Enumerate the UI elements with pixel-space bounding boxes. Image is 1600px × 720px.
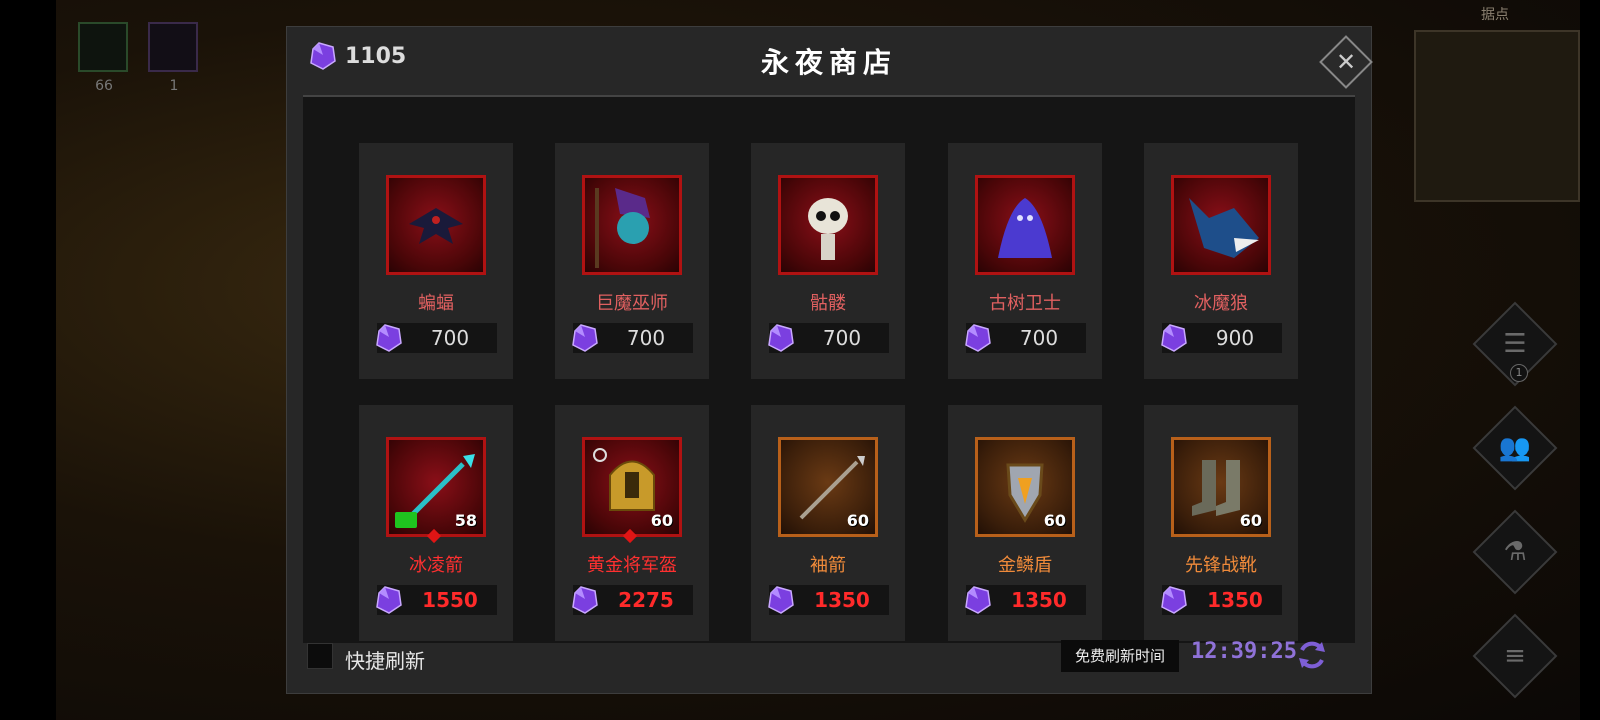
menu-list-icon: ≡ [1504,641,1526,671]
item-price: 900 [1215,326,1255,350]
purple-gem-icon [572,586,598,614]
left-letterbox [0,0,56,720]
hud-item-slot-feather[interactable] [78,22,128,72]
shop-item-card[interactable]: 58 冰凌箭 1550 [359,405,513,641]
item-name: 蝙蝠 [418,293,454,314]
ring-marker-icon [593,448,607,462]
troll-wizard-icon [595,188,650,268]
item-portrait-frame [1171,175,1271,275]
item-portrait-frame [778,175,878,275]
purple-gem-icon [376,586,402,614]
item-price: 1350 [814,588,870,612]
shop-item-card[interactable]: 蝙蝠 700 [359,143,513,379]
refresh-icon[interactable] [1295,638,1329,672]
shop-item-card[interactable]: 60 袖箭 1350 [751,405,905,641]
purple-gem-icon [376,324,402,352]
item-portrait-frame [386,175,486,275]
ice-wolf-icon [1189,198,1259,258]
shop-item-card[interactable]: 巨魔巫师 700 [555,143,709,379]
item-name: 巨魔巫师 [596,293,668,314]
shop-item-card[interactable]: 60 金鳞盾 1350 [948,405,1102,641]
item-portrait-frame [975,175,1075,275]
purple-gem-icon [572,324,598,352]
purple-gem-icon [965,586,991,614]
item-price: 2275 [618,588,674,612]
ancient-tree-guardian-icon [998,198,1052,258]
right-letterbox [1580,0,1600,720]
purple-gem-icon [965,324,991,352]
item-level: 60 [1239,511,1262,530]
close-icon: ✕ [1335,48,1357,76]
quick-refresh-checkbox[interactable] [307,643,333,669]
shop-item-card[interactable]: 60 先锋战靴 1350 [1144,405,1298,641]
skeleton-icon [808,198,848,260]
friends-icon: 👥 [1498,433,1532,463]
purple-gem-icon [768,324,794,352]
item-price: 700 [1019,326,1059,350]
item-portrait-frame: 60 [778,437,878,537]
item-name: 冰魔狼 [1194,293,1248,314]
item-price: 1350 [1207,588,1263,612]
item-level: 60 [650,511,673,530]
purple-gem-icon [1161,586,1187,614]
purple-gem-icon [1161,324,1187,352]
item-price: 700 [822,326,862,350]
shop-item-card[interactable]: 60 黄金将军盔 2275 [555,405,709,641]
hud-item-count: 66 [95,78,113,94]
hud-item-slot-purple[interactable] [148,22,198,72]
item-price: 1350 [1011,588,1067,612]
item-level: 60 [1043,511,1066,530]
item-name: 骷髅 [810,293,846,314]
shop-title: 永夜商店 [760,46,897,79]
item-portrait-frame: 60 [1171,437,1271,537]
shop-item-card[interactable]: 古树卫士 700 [948,143,1102,379]
item-level: 58 [454,511,477,530]
item-name: 金鳞盾 [998,555,1052,576]
item-name: 冰凌箭 [409,555,463,576]
item-portrait-frame: 58 [386,437,486,537]
shop-item-grid: 蝙蝠 700 巨魔巫师 700 骷髅 700 古树卫士 700 冰魔狼 900 58 冰凌箭 1550 6… [303,95,1355,643]
potion-icon: ⚗ [1503,537,1527,567]
minimap-label: 据点 [1481,7,1509,23]
shop-item-card[interactable]: 骷髅 700 [751,143,905,379]
item-portrait-frame: 60 [582,437,682,537]
hud-item-count: 1 [169,78,179,94]
item-name: 先锋战靴 [1185,555,1257,576]
item-portrait-frame [582,175,682,275]
quick-refresh-label: 快捷刷新 [345,649,425,673]
bat-icon [409,208,463,244]
item-name: 黄金将军盔 [587,555,677,576]
item-price: 700 [626,326,666,350]
item-price: 1550 [422,588,478,612]
free-refresh-label: 免费刷新时间 [1061,640,1179,672]
item-name: 古树卫士 [989,293,1061,314]
shop-item-card[interactable]: 冰魔狼 900 [1144,143,1298,379]
scroll-badge: 1 [1510,364,1528,382]
item-level: 60 [846,511,869,530]
purple-gem-icon [768,586,794,614]
refresh-timer: 12:39:25 [1191,639,1297,664]
minimap[interactable] [1414,30,1580,202]
item-price: 700 [430,326,470,350]
skill-book-icon [395,512,417,528]
item-name: 袖箭 [810,555,846,576]
item-portrait-frame: 60 [975,437,1075,537]
eternal-night-shop-dialog: 1105 永夜商店 ✕ 蝙蝠 700 巨魔巫师 700 骷髅 700 古树卫士 700 冰魔狼 9… [286,26,1373,694]
